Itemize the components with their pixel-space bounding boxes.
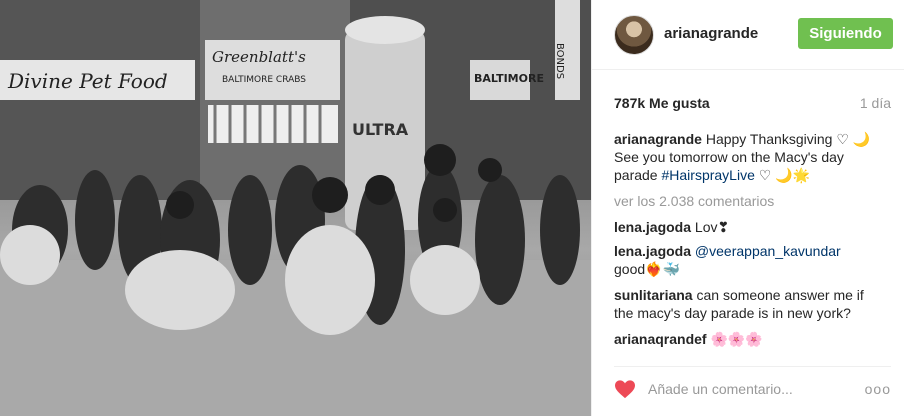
sign-baltimore: BALTIMORE xyxy=(474,72,544,85)
instagram-post: Divine Pet Food Greenblatt's BALTIMORE C… xyxy=(0,0,904,416)
sign-crabs: BALTIMORE CRABS xyxy=(222,75,306,85)
username[interactable]: arianagrande xyxy=(664,25,758,42)
post-footer: Añade un comentario... ooo xyxy=(614,366,891,406)
comment-username[interactable]: sunlitariana xyxy=(614,287,693,303)
caption-end: ♡ 🌙🌟 xyxy=(754,167,811,183)
comment-item: lena.jagoda @veerappan_kavundar good❤️‍🔥… xyxy=(614,242,884,278)
sign-bonds: BONDS xyxy=(554,43,565,79)
more-options-icon[interactable]: ooo xyxy=(865,381,891,397)
heart-icon[interactable] xyxy=(614,379,636,399)
view-all-comments-link[interactable]: ver los 2.038 comentarios xyxy=(614,193,774,209)
comment-text: 🌸🌸🌸 xyxy=(706,331,763,347)
comment-mention[interactable]: @veerappan_kavundar xyxy=(695,243,841,259)
sign-pet-food: Divine Pet Food xyxy=(7,69,168,93)
comment-text: good❤️‍🔥🐳 xyxy=(614,261,681,277)
caption-username[interactable]: arianagrande xyxy=(614,131,702,147)
post-side-panel: arianagrande Siguiendo 787k Me gusta 1 d… xyxy=(591,0,904,416)
following-button[interactable]: Siguiendo xyxy=(798,18,893,49)
caption: arianagrande Happy Thanksgiving ♡ 🌙 See … xyxy=(614,130,884,184)
comment-item: arianaqrandef 🌸🌸🌸 xyxy=(614,330,884,348)
photo-scene: Divine Pet Food Greenblatt's BALTIMORE C… xyxy=(0,0,591,416)
comment-username[interactable]: lena.jagoda xyxy=(614,219,691,235)
add-comment-input[interactable]: Añade un comentario... xyxy=(648,381,793,397)
comment-username[interactable]: lena.jagoda xyxy=(614,243,691,259)
sign-greenblatts: Greenblatt's xyxy=(212,48,306,66)
like-count[interactable]: 787k Me gusta xyxy=(614,95,710,111)
post-photo[interactable]: Divine Pet Food Greenblatt's BALTIMORE C… xyxy=(0,0,591,416)
sign-ultra: ULTRA xyxy=(352,120,409,139)
comment-item: lena.jagoda Lov❣ xyxy=(614,218,884,236)
comment-text: Lov❣ xyxy=(691,219,730,235)
caption-hashtag[interactable]: #HairsprayLive xyxy=(661,167,754,183)
avatar[interactable] xyxy=(614,15,654,55)
comment-item: sunlitariana can someone answer me if th… xyxy=(614,286,884,322)
post-time[interactable]: 1 día xyxy=(860,95,891,111)
comment-username[interactable]: arianaqrandef xyxy=(614,331,707,347)
likes-row: 787k Me gusta 1 día xyxy=(614,95,891,115)
post-header: arianagrande Siguiendo xyxy=(592,0,904,70)
